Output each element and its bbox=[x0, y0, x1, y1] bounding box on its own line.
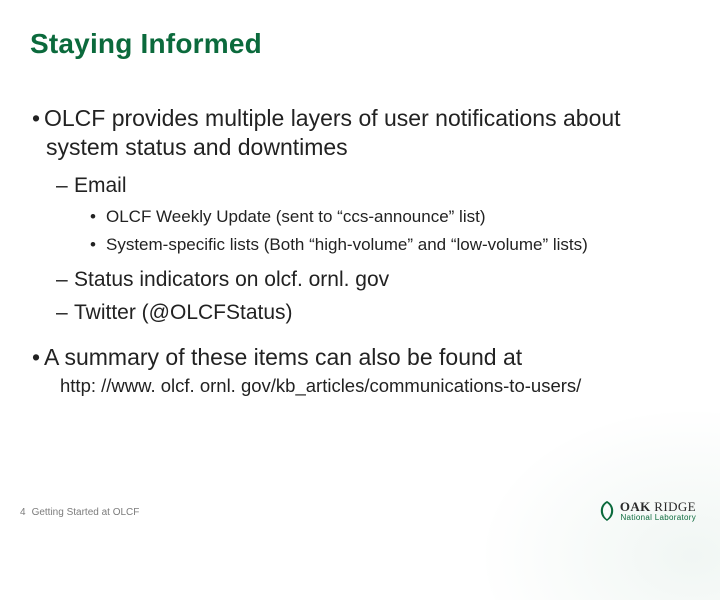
oak-leaf-icon bbox=[598, 500, 616, 522]
page-number: 4 bbox=[20, 507, 26, 518]
bullet-text: Status indicators on olcf. ornl. gov bbox=[74, 268, 389, 291]
bullet-lvl3: •System-specific lists (Both “high-volum… bbox=[30, 233, 690, 258]
bullet-lvl3: •OLCF Weekly Update (sent to “ccs-announ… bbox=[30, 205, 690, 230]
slide: Staying Informed •OLCF provides multiple… bbox=[0, 0, 720, 540]
logo-subtitle: National Laboratory bbox=[620, 514, 696, 522]
bullet-lvl2: –Twitter (@OLCFStatus) bbox=[30, 299, 690, 326]
bullet-icon: • bbox=[90, 205, 106, 230]
bullet-icon: • bbox=[32, 343, 44, 372]
footer-label: Getting Started at OLCF bbox=[32, 507, 140, 518]
logo-text: OAK RIDGE National Laboratory bbox=[620, 500, 696, 522]
bullet-icon: • bbox=[32, 104, 44, 133]
bullet-lvl3-group: •OLCF Weekly Update (sent to “ccs-announ… bbox=[30, 205, 690, 258]
bullet-lvl2: –Email bbox=[30, 172, 690, 199]
url-text: http: //www. olcf. ornl. gov/kb_articles… bbox=[30, 375, 690, 397]
bullet-text: Email bbox=[74, 174, 127, 197]
bullet-text: A summary of these items can also be fou… bbox=[44, 344, 522, 370]
bullet-text: Twitter (@OLCFStatus) bbox=[74, 301, 293, 324]
logo-word-oak: OAK bbox=[620, 499, 651, 514]
bullet-text: OLCF provides multiple layers of user no… bbox=[44, 105, 621, 160]
dash-icon: – bbox=[56, 266, 74, 293]
footer: 4 Getting Started at OLCF bbox=[20, 507, 139, 518]
oak-ridge-logo: OAK RIDGE National Laboratory bbox=[598, 500, 696, 522]
dash-icon: – bbox=[56, 172, 74, 199]
dash-icon: – bbox=[56, 299, 74, 326]
slide-content: •OLCF provides multiple layers of user n… bbox=[30, 104, 690, 397]
bullet-text: OLCF Weekly Update (sent to “ccs-announc… bbox=[106, 207, 486, 226]
background-accent bbox=[440, 380, 720, 600]
bullet-icon: • bbox=[90, 233, 106, 258]
logo-word-ridge: RIDGE bbox=[654, 499, 696, 514]
slide-title: Staying Informed bbox=[30, 28, 690, 60]
bullet-text: System-specific lists (Both “high-volume… bbox=[106, 235, 588, 254]
bullet-lvl2: –Status indicators on olcf. ornl. gov bbox=[30, 266, 690, 293]
bullet-lvl1: •OLCF provides multiple layers of user n… bbox=[30, 104, 690, 162]
bullet-lvl1: •A summary of these items can also be fo… bbox=[30, 343, 690, 372]
